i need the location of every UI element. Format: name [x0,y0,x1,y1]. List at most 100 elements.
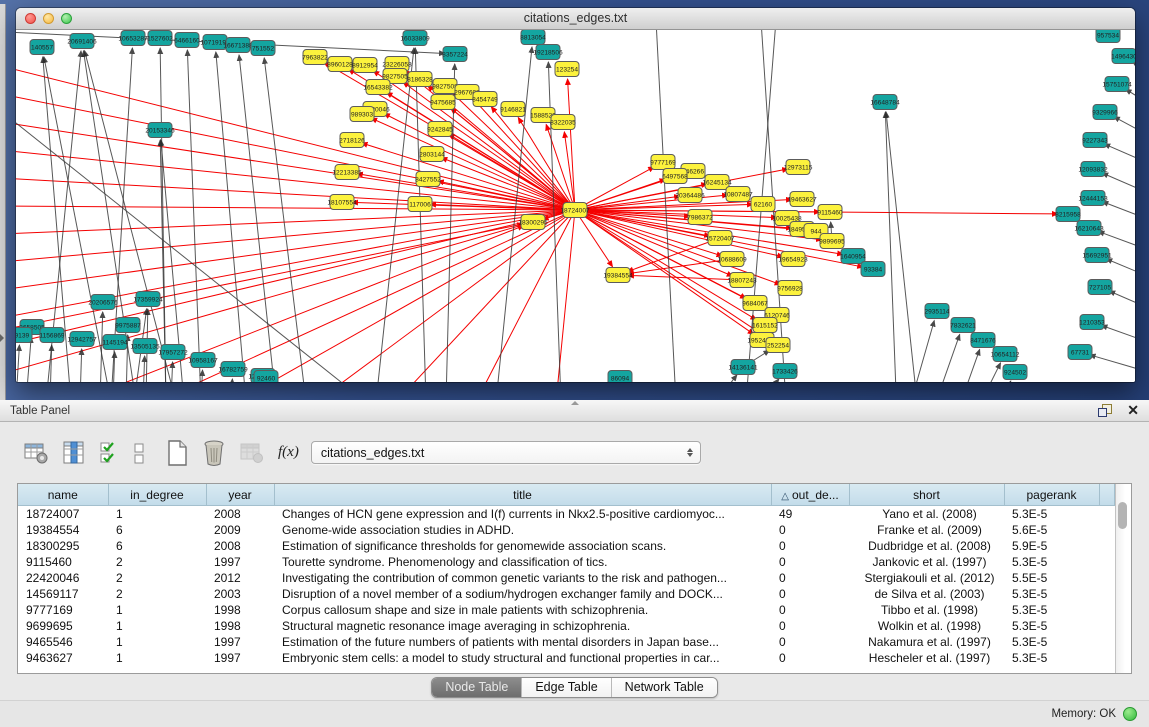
table-cell[interactable]: 5.3E-5 [1004,650,1099,666]
graph-node[interactable]: 19384554 [603,268,633,283]
table-cell[interactable]: 2008 [206,538,274,554]
graph-node[interactable]: 19654923 [778,252,808,267]
tab-node-table[interactable]: Node Table [432,678,521,697]
graph-node[interactable]: 1527602 [147,31,173,46]
graph-node[interactable]: 9777169 [650,155,676,170]
table-cell[interactable]: Estimation of the future numbers of pati… [274,634,771,650]
collapsed-left-panel[interactable] [0,4,6,400]
graph-node[interactable]: 140557 [30,40,54,55]
table-cell[interactable]: 5.5E-5 [1004,570,1099,586]
select-rows-icon[interactable] [99,440,119,466]
table-row[interactable]: 977716911998Corpus callosum shape and si… [18,602,1115,618]
column-header[interactable]: name [18,484,108,506]
table-cell[interactable]: Franke et al. (2009) [849,522,1004,538]
table-cell[interactable]: Yano et al. (2008) [849,506,1004,523]
table-cell[interactable]: 5.6E-5 [1004,522,1099,538]
table-cell[interactable]: Embryonic stem cells: a model to study s… [274,650,771,666]
graph-node[interactable]: 16543382 [363,80,393,95]
graph-node[interactable]: 8215958 [1055,207,1081,222]
table-cell[interactable]: 5.3E-5 [1004,554,1099,570]
citation-network-graph[interactable]: 1872400718300295796382289601288912954232… [16,30,1135,382]
table-cell[interactable]: 9115460 [18,554,108,570]
table-cell[interactable]: 1 [108,618,206,634]
table-cell[interactable]: 22420046 [18,570,108,586]
graph-node[interactable]: 1496430 [1111,49,1135,64]
table-cell[interactable]: 49 [771,506,849,523]
graph-node[interactable]: 7832621 [950,318,976,333]
column-header[interactable]: title [274,484,771,506]
graph-node[interactable]: 989303 [350,107,374,122]
graph-node[interactable]: 18107554 [327,195,357,210]
graph-node[interactable]: 9684067 [742,296,768,311]
table-header-row[interactable]: namein_degreeyeartitle△out_de...shortpag… [18,484,1115,506]
graph-node[interactable]: 62160 [751,197,775,212]
graph-node[interactable]: 8471676 [970,333,996,348]
column-header[interactable]: △out_de... [771,484,849,506]
table-cell[interactable]: 2008 [206,506,274,523]
table-cell[interactable]: 5.9E-5 [1004,538,1099,554]
table-cell[interactable]: 0 [771,618,849,634]
graph-node[interactable]: 7986372 [687,210,713,225]
table-row[interactable]: 1872400712008Changes of HCN gene express… [18,506,1115,523]
table-cell[interactable]: 5.3E-5 [1004,506,1099,523]
graph-node[interactable]: 12093832 [1078,162,1108,177]
graph-node[interactable]: 18724007 [560,203,590,218]
column-header[interactable]: pagerank [1004,484,1099,506]
graph-node[interactable]: 2718126 [339,133,365,148]
graph-node[interactable]: 8912954 [352,58,378,73]
graph-node[interactable]: 1156869 [39,328,65,343]
table-row[interactable]: 911546021997Tourette syndrome. Phenomeno… [18,554,1115,570]
window-controls[interactable] [25,13,72,24]
table-cell[interactable]: 0 [771,650,849,666]
graph-node[interactable]: 19218506 [533,45,563,60]
table-row[interactable]: 1830029562008Estimation of significance … [18,538,1115,554]
table-cell[interactable]: 2 [108,586,206,602]
graph-node[interactable]: 9146821 [500,102,526,117]
column-header[interactable]: short [849,484,1004,506]
table-cell[interactable]: 6 [108,522,206,538]
table-cell[interactable]: 1997 [206,634,274,650]
graph-node[interactable]: 8427552 [415,172,441,187]
table-cell[interactable]: 0 [771,538,849,554]
graph-node[interactable]: 20153346 [145,123,175,138]
table-cell[interactable]: 0 [771,554,849,570]
table-cell[interactable]: 1998 [206,602,274,618]
table-cell[interactable]: 1 [108,634,206,650]
graph-node[interactable]: 8357224 [442,47,468,62]
graph-node[interactable]: 9242845 [427,122,453,137]
graph-node[interactable]: 751552 [251,41,275,56]
graph-node[interactable]: 15720407 [705,231,735,246]
graph-node[interactable]: 16033809 [400,31,430,46]
graph-node[interactable]: 9329966 [1092,105,1118,120]
graph-node[interactable]: 20206576 [88,295,118,310]
table-panel-header[interactable]: Table Panel ✕ [0,400,1149,422]
graph-node[interactable]: 20691406 [67,34,97,49]
graph-node[interactable]: 92460 [254,371,278,383]
tab-network-table[interactable]: Network Table [611,678,717,697]
graph-node[interactable]: 39139 [16,328,32,343]
graph-node[interactable]: 15751074 [1102,77,1132,92]
table-cell[interactable]: 5.3E-5 [1004,586,1099,602]
column-header[interactable]: in_degree [108,484,206,506]
graph-node[interactable]: 9899695 [819,234,845,249]
graph-node[interactable]: 10653287 [118,31,148,46]
graph-node[interactable]: 17957272 [158,345,188,360]
table-cell[interactable]: 18724007 [18,506,108,523]
graph-node[interactable]: 1615152 [752,318,778,333]
graph-node[interactable]: 2935114 [924,304,950,319]
table-cell[interactable]: Nakamura et al. (1997) [849,634,1004,650]
graph-node[interactable]: 9227343 [1082,133,1108,148]
table-row[interactable]: 2242004622012Investigating the contribut… [18,570,1115,586]
graph-node[interactable]: 9115460 [817,205,843,220]
graph-node[interactable]: 19463627 [787,192,817,207]
table-cell[interactable]: Changes of HCN gene expression and I(f) … [274,506,771,523]
close-panel-icon[interactable]: ✕ [1127,404,1139,417]
table-cell[interactable]: Tibbo et al. (1998) [849,602,1004,618]
graph-node[interactable]: 1640954 [840,249,866,264]
graph-node[interactable]: 8454749 [472,92,498,107]
graph-node[interactable]: 16210643 [1074,221,1104,236]
graph-node[interactable]: 9975887 [115,318,141,333]
graph-node[interactable]: 252254 [766,338,790,353]
table-cell[interactable]: 0 [771,522,849,538]
table-cell[interactable]: 9463627 [18,650,108,666]
